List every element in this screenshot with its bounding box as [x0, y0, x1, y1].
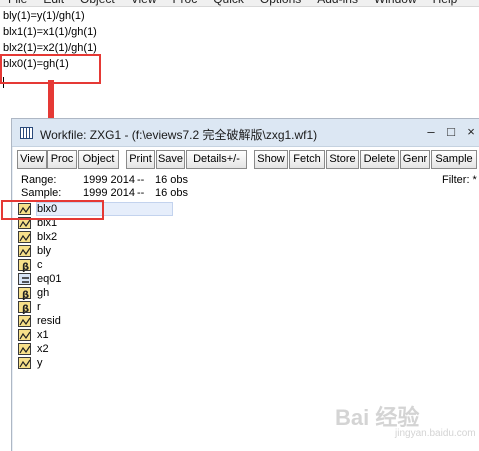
- workfile-toolbar: View Proc Object Print Save Details+/- S…: [15, 150, 479, 170]
- object-label: c: [37, 259, 43, 271]
- show-button[interactable]: Show: [254, 150, 288, 169]
- minimize-icon[interactable]: –: [424, 125, 438, 139]
- range-label[interactable]: Range:: [21, 174, 56, 186]
- sample-label[interactable]: Sample:: [21, 187, 61, 199]
- object-label: bly: [37, 245, 52, 257]
- series-icon: [18, 329, 31, 341]
- range-obs: 16 obs: [155, 174, 189, 186]
- command-line-2: blx1(1)=x1(1)/gh(1): [3, 26, 97, 38]
- object-highlight-box: [1, 200, 104, 220]
- details-button[interactable]: Details+/-: [186, 150, 247, 169]
- equation-icon: [18, 273, 31, 285]
- series-icon: [18, 315, 31, 327]
- object-label: resid: [37, 315, 61, 327]
- series-icon: [18, 343, 31, 355]
- menu-item-help[interactable]: Help: [425, 0, 466, 6]
- menu-item-file[interactable]: File: [0, 0, 35, 6]
- delete-button[interactable]: Delete: [360, 150, 399, 169]
- object-label: y: [37, 357, 43, 369]
- menu-item-options[interactable]: Options: [252, 0, 309, 6]
- genr-button[interactable]: Genr: [400, 150, 430, 169]
- coefficient-icon: β: [18, 259, 31, 272]
- svg-text:β: β: [22, 290, 29, 300]
- print-button[interactable]: Print: [126, 150, 155, 169]
- range-separator: --: [137, 174, 145, 186]
- svg-text:β: β: [22, 262, 29, 272]
- fetch-button[interactable]: Fetch: [289, 150, 325, 169]
- menu-item-view[interactable]: View: [123, 0, 165, 6]
- command-highlight-box: [0, 54, 101, 84]
- menu-bar: FileEditObjectViewProcQuickOptionsAdd-in…: [0, 0, 479, 7]
- object-label: eq01: [37, 273, 62, 285]
- object-label: gh: [37, 287, 50, 299]
- coefficient-icon: β: [18, 301, 31, 314]
- maximize-icon[interactable]: □: [444, 125, 458, 139]
- coefficient-icon: β: [18, 287, 31, 300]
- object-label: x1: [37, 329, 49, 341]
- view-button[interactable]: View: [17, 150, 47, 169]
- object-label: x2: [37, 343, 49, 355]
- sample-button[interactable]: Sample: [431, 150, 477, 169]
- workfile-titlebar[interactable]: Workfile: ZXG1 - (f:\eviews7.2 完全破解版\zxg…: [12, 119, 479, 147]
- store-button[interactable]: Store: [326, 150, 359, 169]
- menu-item-proc[interactable]: Proc: [165, 0, 206, 6]
- sample-separator: --: [137, 187, 145, 199]
- workfile-icon: [20, 127, 33, 139]
- menu-item-edit[interactable]: Edit: [35, 0, 72, 6]
- sample-obs: 16 obs: [155, 187, 189, 199]
- series-icon: [18, 231, 31, 243]
- proc-button[interactable]: Proc: [47, 150, 77, 169]
- svg-text:β: β: [22, 304, 29, 314]
- workfile-title: Workfile: ZXG1 - (f:\eviews7.2 完全破解版\zxg…: [40, 128, 318, 142]
- series-icon: [18, 245, 31, 257]
- sample-value: 1999 2014: [83, 187, 135, 199]
- save-button[interactable]: Save: [156, 150, 185, 169]
- close-icon[interactable]: ×: [464, 125, 478, 139]
- command-line-3: blx2(1)=x2(1)/gh(1): [3, 42, 97, 54]
- filter-label[interactable]: Filter: *: [442, 174, 477, 186]
- menu-item-quick[interactable]: Quick: [205, 0, 252, 6]
- watermark-url: jingyan.baidu.com: [395, 428, 476, 439]
- object-label: blx2: [37, 231, 58, 243]
- range-value: 1999 2014: [83, 174, 135, 186]
- object-button[interactable]: Object: [78, 150, 119, 169]
- menu-item-window[interactable]: Window: [366, 0, 425, 6]
- menu-item-object[interactable]: Object: [72, 0, 123, 6]
- object-label: r: [37, 301, 41, 313]
- series-icon: [18, 357, 31, 369]
- menu-item-add-ins[interactable]: Add-ins: [309, 0, 366, 6]
- command-line-1: bly(1)=y(1)/gh(1): [3, 10, 85, 22]
